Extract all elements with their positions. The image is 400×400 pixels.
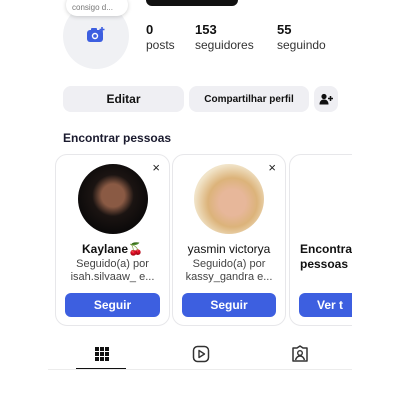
close-icon[interactable]: × <box>152 161 160 174</box>
grid-icon[interactable] <box>92 344 112 364</box>
following-count: 55 <box>277 22 292 37</box>
tab-divider <box>48 369 352 370</box>
suggestion-avatar[interactable] <box>77 164 148 234</box>
tagged-icon[interactable] <box>290 344 310 364</box>
followers-count: 153 <box>195 22 217 37</box>
cherry-emoji: 🍒 <box>128 242 143 256</box>
profile-screen: consigo d... 0 posts 153 seguidores 55 s… <box>48 0 352 380</box>
suggestion-mutuals: Seguido(a) por kassy_gandra e... <box>185 258 273 283</box>
find-people-card[interactable]: Encontra pessoas Ver t <box>289 154 352 326</box>
followers-stat[interactable]: 153 seguidores <box>195 22 254 52</box>
share-profile-button[interactable]: Compartilhar perfil <box>189 86 309 112</box>
note-bubble[interactable]: consigo d... <box>66 0 128 16</box>
suggestions-title: Encontrar pessoas <box>63 131 172 145</box>
close-icon[interactable]: × <box>268 161 276 174</box>
discover-people-button[interactable] <box>314 86 338 112</box>
reels-icon[interactable] <box>191 344 211 364</box>
follow-button[interactable]: Seguir <box>182 293 276 317</box>
suggestion-card[interactable]: × Kaylane🍒 Seguido(a) por isah.silvaaw_ … <box>55 154 170 326</box>
find-people-subtitle: pessoas <box>300 258 349 271</box>
follow-button[interactable]: Seguir <box>65 293 160 317</box>
followers-label: seguidores <box>195 38 254 52</box>
posts-count: 0 <box>146 22 154 37</box>
following-stat[interactable]: 55 seguindo <box>277 22 326 52</box>
posts-label: posts <box>146 38 175 52</box>
add-photo-camera-icon[interactable] <box>86 26 106 44</box>
following-label: seguindo <box>277 38 326 52</box>
see-all-button[interactable]: Ver t <box>299 293 352 317</box>
suggestion-name: Kaylane🍒 <box>82 242 143 256</box>
suggestion-name: yasmin victorya <box>187 242 271 256</box>
suggestion-avatar[interactable] <box>194 164 264 234</box>
add-person-icon <box>319 93 333 105</box>
posts-stat[interactable]: 0 posts <box>146 22 175 52</box>
edit-profile-button[interactable]: Editar <box>63 86 184 112</box>
username-redacted <box>146 0 238 6</box>
find-people-title: Encontra <box>300 242 352 256</box>
suggestion-card[interactable]: × yasmin victorya Seguido(a) por kassy_g… <box>172 154 286 326</box>
suggestion-mutuals: Seguido(a) por isah.silvaaw_ e... <box>70 258 155 283</box>
note-text: consigo d... <box>72 3 113 12</box>
